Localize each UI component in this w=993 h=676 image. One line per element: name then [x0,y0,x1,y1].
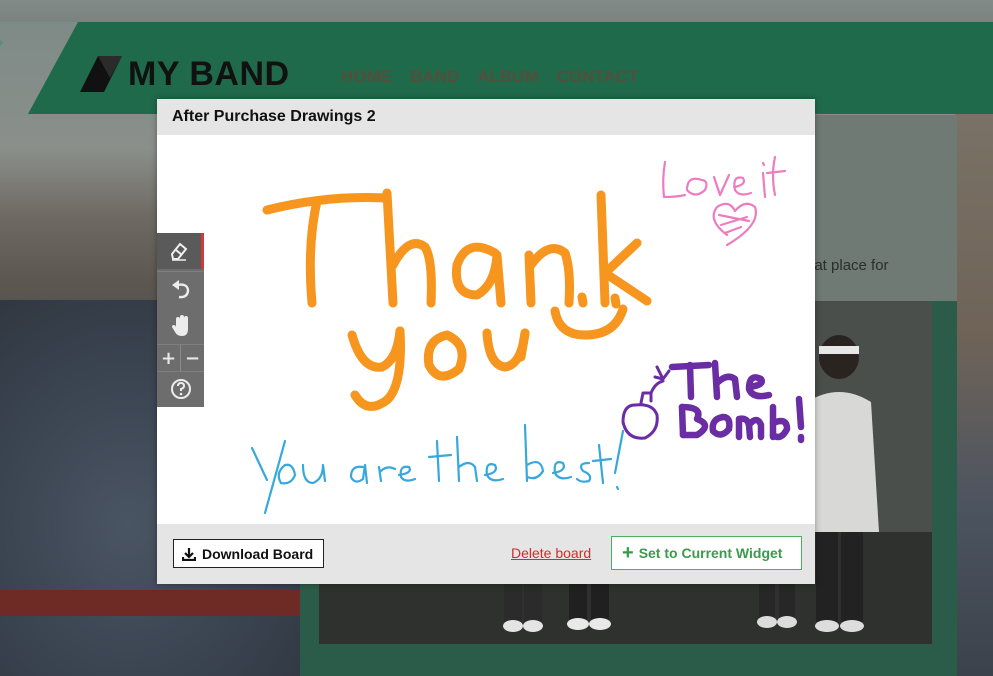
eraser-tool[interactable] [157,233,204,269]
top-strip [0,0,993,22]
set-current-widget-label: Set to Current Widget [638,545,783,561]
help-icon [170,379,191,399]
red-banner [0,590,300,616]
download-icon [182,547,196,561]
drawing-the-bomb [621,365,671,440]
zoom-out-button[interactable]: − [180,345,204,371]
modal-header: After Purchase Drawings 2 [157,99,815,135]
site-nav: HOME BAND ALBUM CONTACT [341,67,638,87]
nav-contact[interactable]: CONTACT [557,67,639,87]
drawing-you-are-the-best [250,423,625,515]
drawing-modal: After Purchase Drawings 2 Download Board… [157,99,815,584]
plus-icon: + [622,542,634,564]
content-text: eat place for [806,257,889,274]
pan-tool[interactable] [157,308,204,344]
nav-band[interactable]: BAND [410,67,459,87]
delete-board-link[interactable]: Delete board [511,545,591,561]
zoom-in-button[interactable]: + [157,345,180,371]
drawing-strokes [250,155,805,515]
undo-tool[interactable] [157,272,204,308]
site-logo[interactable]: MY BAND [80,54,290,94]
logo-text: MY BAND [128,54,290,93]
set-current-widget-button[interactable]: + Set to Current Widget [611,536,802,570]
zoom-controls: + − [157,345,204,371]
drawing-love-it [662,155,787,247]
undo-icon [171,280,189,299]
drawing-the-bomb-text [668,359,805,444]
logo-triangle-icon [80,56,122,92]
nav-home[interactable]: HOME [341,67,392,87]
modal-title: After Purchase Drawings 2 [172,108,376,125]
nav-album[interactable]: ALBUM [477,67,538,87]
eraser-icon [170,242,188,261]
drawing-thank-you [262,188,652,411]
background-photo-right [955,110,993,676]
download-board-button[interactable]: Download Board [173,539,324,568]
modal-footer: Download Board Delete board + Set to Cur… [157,524,815,584]
download-board-label: Download Board [202,545,314,562]
drawing-toolbar: + − [157,233,204,407]
drawing-canvas[interactable] [157,135,815,524]
hand-icon [171,315,188,336]
help-tool[interactable] [157,372,204,406]
